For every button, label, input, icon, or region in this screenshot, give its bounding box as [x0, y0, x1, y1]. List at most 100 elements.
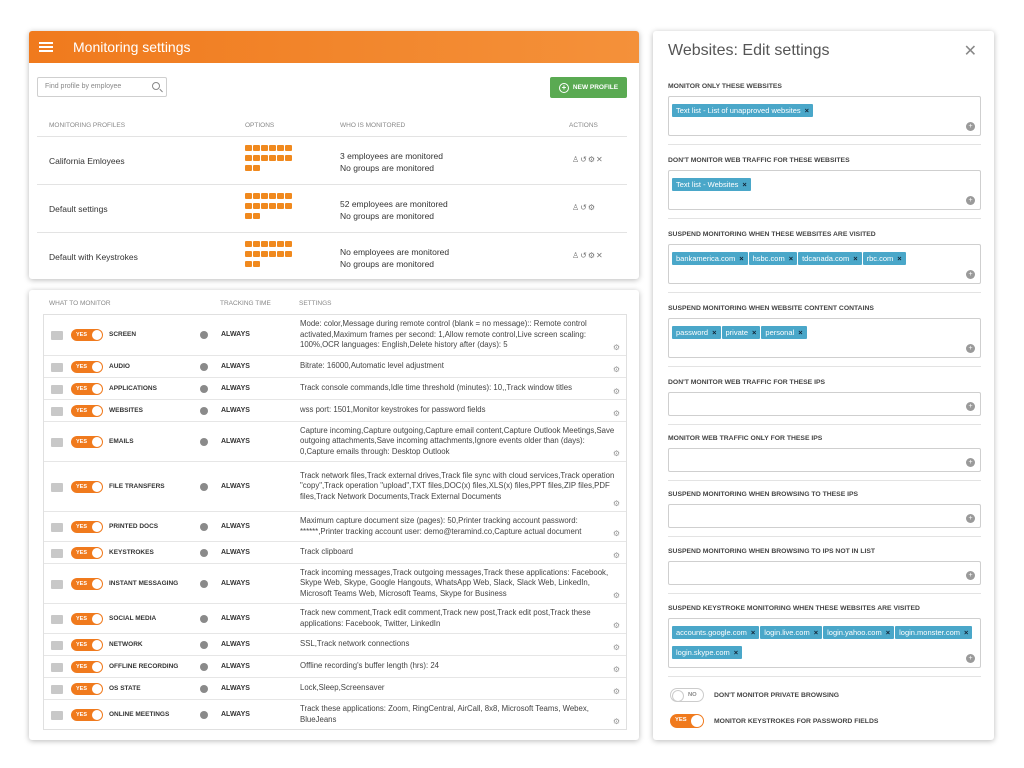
tag-input[interactable]: Text list - Websites × + — [668, 170, 981, 210]
info-icon[interactable] — [200, 663, 208, 671]
tag-input[interactable]: + — [668, 561, 981, 585]
gear-icon[interactable]: ⚙ — [613, 343, 620, 352]
enable-toggle[interactable]: YES — [71, 481, 103, 493]
gear-icon[interactable]: ⚙ — [613, 591, 620, 600]
enable-toggle[interactable]: YES — [71, 578, 103, 590]
enable-toggle[interactable]: YES — [71, 639, 103, 651]
enable-toggle[interactable]: YES — [71, 436, 103, 448]
tag-chip[interactable]: login.monster.com × — [895, 626, 973, 639]
tag-chip[interactable]: login.skype.com × — [672, 646, 743, 659]
row-actions[interactable]: ♙↺⚙ — [572, 203, 596, 212]
enable-toggle[interactable]: YES — [71, 383, 103, 395]
gear-icon[interactable]: ⚙ — [613, 717, 620, 726]
remove-tag-icon[interactable]: × — [798, 328, 802, 337]
info-icon[interactable] — [200, 331, 208, 339]
enable-toggle[interactable]: YES — [71, 613, 103, 625]
remove-tag-icon[interactable]: × — [752, 328, 756, 337]
enable-toggle[interactable]: YES — [71, 521, 103, 533]
add-icon[interactable]: + — [966, 514, 975, 523]
add-icon[interactable]: + — [966, 654, 975, 663]
remove-tag-icon[interactable]: × — [805, 106, 809, 115]
remove-tag-icon[interactable]: × — [886, 628, 890, 637]
info-icon[interactable] — [200, 641, 208, 649]
tag-chip[interactable]: private × — [721, 326, 761, 339]
monitor-row[interactable]: YES OFFLINE RECORDING ALWAYS Offline record… — [44, 655, 626, 677]
monitor-row[interactable]: YES OS STATE ALWAYS Lock,Sleep,Screensaver ⚙ — [44, 677, 626, 699]
remove-tag-icon[interactable]: × — [734, 648, 738, 657]
search-icon[interactable] — [152, 82, 160, 90]
info-icon[interactable] — [200, 438, 208, 446]
gear-icon[interactable]: ⚙ — [613, 387, 620, 396]
profile-row[interactable]: Default settings 52 employees are monito… — [37, 184, 627, 232]
tag-chip[interactable]: login.yahoo.com × — [823, 626, 895, 639]
profile-row[interactable]: California Emloyees 3 employees are moni… — [37, 136, 627, 184]
monitor-row[interactable]: YES EMAILS ALWAYS Capture incoming,Capture … — [44, 421, 626, 461]
enable-toggle[interactable]: YES — [71, 661, 103, 673]
enable-toggle[interactable]: YES — [71, 361, 103, 373]
remove-tag-icon[interactable]: × — [712, 328, 716, 337]
monitor-row[interactable]: YES SOCIAL MEDIA ALWAYS Track new comment,T… — [44, 603, 626, 633]
monitor-row[interactable]: YES WEBSITES ALWAYS wss port: 1501,Monitor … — [44, 399, 626, 421]
monitor-row[interactable]: YES ONLINE MEETINGS ALWAYS Track these appl… — [44, 699, 626, 729]
remove-tag-icon[interactable]: × — [853, 254, 857, 263]
add-icon[interactable]: + — [966, 571, 975, 580]
info-icon[interactable] — [200, 407, 208, 415]
enable-toggle[interactable]: YES — [71, 329, 103, 341]
tag-input[interactable]: accounts.google.com × login.live.com × login… — [668, 618, 981, 668]
search-input[interactable]: Find profile by employee — [37, 77, 167, 97]
close-icon[interactable]: ✕ — [964, 41, 977, 61]
remove-tag-icon[interactable]: × — [751, 628, 755, 637]
tag-input[interactable]: Text list - List of unapproved websites ×… — [668, 96, 981, 136]
info-icon[interactable] — [200, 363, 208, 371]
info-icon[interactable] — [200, 711, 208, 719]
gear-icon[interactable]: ⚙ — [613, 529, 620, 538]
enable-toggle[interactable]: YES — [71, 547, 103, 559]
info-icon[interactable] — [200, 483, 208, 491]
gear-icon[interactable]: ⚙ — [613, 665, 620, 674]
enable-toggle[interactable]: YES — [71, 683, 103, 695]
tag-chip[interactable]: hsbc.com × — [748, 252, 798, 265]
monitor-row[interactable]: YES AUDIO ALWAYS Bitrate: 16000,Automatic l… — [44, 355, 626, 377]
gear-icon[interactable]: ⚙ — [613, 499, 620, 508]
tag-chip[interactable]: accounts.google.com × — [672, 626, 760, 639]
gear-icon[interactable]: ⚙ — [613, 409, 620, 418]
add-icon[interactable]: + — [966, 270, 975, 279]
add-icon[interactable]: + — [966, 402, 975, 411]
gear-icon[interactable]: ⚙ — [613, 551, 620, 560]
info-icon[interactable] — [200, 615, 208, 623]
add-icon[interactable]: + — [966, 122, 975, 131]
profile-row[interactable]: Default with Keystrokes No employees are… — [37, 232, 627, 279]
gear-icon[interactable]: ⚙ — [613, 621, 620, 630]
option-toggle[interactable]: YES — [670, 714, 704, 728]
info-icon[interactable] — [200, 549, 208, 557]
tag-chip[interactable]: tdcanada.com × — [798, 252, 862, 265]
tag-chip[interactable]: password × — [672, 326, 721, 339]
info-icon[interactable] — [200, 523, 208, 531]
monitor-row[interactable]: YES SCREEN ALWAYS Mode: color,Message durin… — [44, 315, 626, 355]
remove-tag-icon[interactable]: × — [739, 254, 743, 263]
new-profile-button[interactable]: + NEW PROFILE — [550, 77, 627, 98]
tag-chip[interactable]: Text list - Websites × — [672, 178, 751, 191]
monitor-row[interactable]: YES PRINTED DOCS ALWAYS Maximum capture doc… — [44, 511, 626, 541]
tag-input[interactable]: password × private × personal × + — [668, 318, 981, 358]
monitor-row[interactable]: YES FILE TRANSFERS ALWAYS Track network fil… — [44, 461, 626, 511]
row-actions[interactable]: ♙↺⚙✕ — [572, 251, 604, 260]
tag-input[interactable]: + — [668, 448, 981, 472]
info-icon[interactable] — [200, 685, 208, 693]
remove-tag-icon[interactable]: × — [789, 254, 793, 263]
option-toggle[interactable]: NO — [670, 688, 704, 702]
tag-chip[interactable]: login.live.com × — [760, 626, 823, 639]
info-icon[interactable] — [200, 580, 208, 588]
monitor-row[interactable]: YES APPLICATIONS ALWAYS Track console comma… — [44, 377, 626, 399]
gear-icon[interactable]: ⚙ — [613, 449, 620, 458]
monitor-row[interactable]: YES KEYSTROKES ALWAYS Track clipboard ⚙ — [44, 541, 626, 563]
gear-icon[interactable]: ⚙ — [613, 687, 620, 696]
tag-chip[interactable]: Text list - List of unapproved websites × — [672, 104, 814, 117]
tag-input[interactable]: + — [668, 504, 981, 528]
gear-icon[interactable]: ⚙ — [613, 643, 620, 652]
remove-tag-icon[interactable]: × — [742, 180, 746, 189]
row-actions[interactable]: ♙↺⚙✕ — [572, 155, 604, 164]
tag-chip[interactable]: personal × — [761, 326, 807, 339]
info-icon[interactable] — [200, 385, 208, 393]
remove-tag-icon[interactable]: × — [897, 254, 901, 263]
